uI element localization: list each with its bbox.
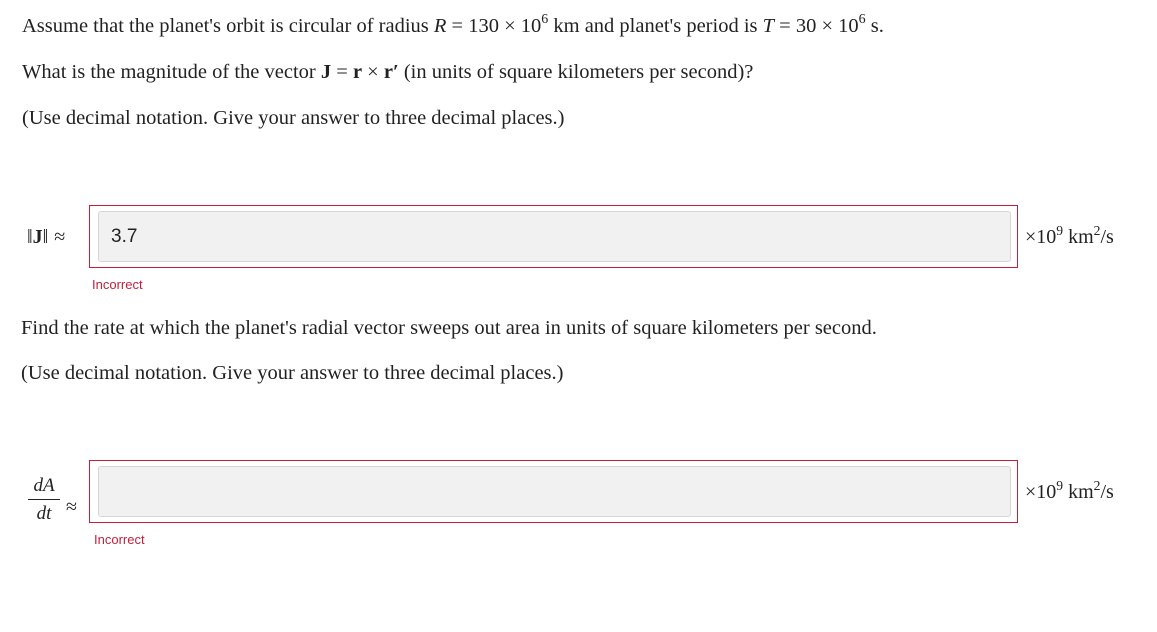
approx-sign: ≈	[54, 226, 66, 248]
question-orbit-text: Assume that the planet's orbit is circul…	[22, 13, 884, 37]
units-prefix: ×10	[1025, 226, 1057, 248]
units-label-1: ×109 km2/s	[1025, 222, 1114, 249]
feedback-incorrect-2: Incorrect	[94, 532, 145, 547]
period-exponent: 6	[858, 12, 866, 28]
period-variable: T	[762, 15, 775, 37]
units-km: km	[1063, 226, 1094, 248]
label-J: J	[32, 226, 43, 248]
question-magnitude-text: What is the magnitude of the vector J = …	[22, 62, 753, 83]
equals-sign: =	[331, 61, 353, 83]
units-per-second-2: /s	[1100, 481, 1114, 503]
vector-r-prime: r′	[383, 61, 399, 83]
fraction-denominator: dt	[36, 503, 52, 524]
dA-dt-fraction-label: dA dt	[28, 474, 60, 526]
q1-text-b: km and planet's period is	[548, 15, 763, 37]
q2-text-a: What is the magnitude of the vector	[22, 61, 321, 83]
units-exponent-2: 9	[1056, 477, 1064, 493]
period-value: = 30 × 10	[774, 15, 859, 37]
units-km-2: km	[1063, 481, 1094, 503]
cross-sign: ×	[362, 61, 384, 83]
answer-1-container	[89, 205, 1018, 268]
area-rate-input[interactable]	[98, 466, 1011, 517]
norm-right: ‖	[42, 226, 49, 248]
magnitude-J-label: ‖J‖ ≈	[27, 226, 65, 249]
fraction-numerator: dA	[33, 475, 55, 496]
answer-2-container	[89, 460, 1018, 523]
radius-value: = 130 × 10	[446, 15, 542, 37]
approx-sign-2: ≈	[66, 496, 77, 518]
q1-text-a: Assume that the planet's orbit is circul…	[22, 15, 434, 37]
feedback-incorrect-1: Incorrect	[92, 277, 143, 292]
radius-variable: R	[433, 15, 447, 37]
units-exponent: 9	[1056, 222, 1064, 238]
vector-J: J	[320, 61, 332, 83]
units-label-2: ×109 km2/s	[1025, 477, 1114, 504]
instruction-text-2: (Use decimal notation. Give your answer …	[21, 362, 564, 384]
units-prefix-2: ×10	[1025, 481, 1057, 503]
q2-text-b: (in units of square kilometers per secon…	[398, 61, 754, 83]
q1-text-c: s.	[865, 15, 884, 37]
magnitude-J-input[interactable]	[98, 211, 1011, 262]
units-square: 2	[1093, 222, 1101, 238]
question-area-rate-text: Find the rate at which the planet's radi…	[21, 317, 877, 339]
vector-r: r	[352, 61, 363, 83]
units-per-second: /s	[1100, 226, 1114, 248]
fraction-bar	[28, 499, 60, 500]
radius-exponent: 6	[541, 12, 549, 28]
instruction-text-1: (Use decimal notation. Give your answer …	[22, 107, 565, 129]
units-square-2: 2	[1093, 477, 1101, 493]
